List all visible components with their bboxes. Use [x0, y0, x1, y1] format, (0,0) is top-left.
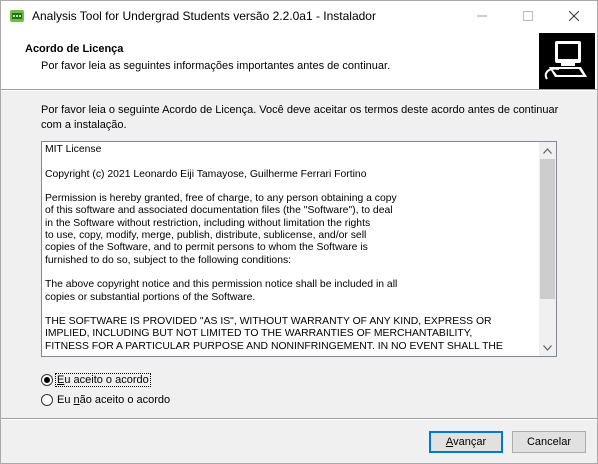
installer-computer-icon [539, 33, 595, 89]
license-line: IMPLIED, INCLUDING BUT NOT LIMITED TO TH… [45, 328, 473, 340]
installer-app-icon [10, 10, 24, 22]
maximize-button[interactable] [505, 1, 551, 31]
license-line: to use, copy, modify, merge, publish, di… [45, 230, 367, 242]
license-instructions: Por favor leia o seguinte Acordo de Lice… [41, 103, 571, 133]
wizard-header: Acordo de Licença Por favor leia as segu… [1, 31, 597, 89]
license-line [45, 181, 535, 193]
scroll-down-button[interactable] [539, 339, 556, 356]
license-line [45, 267, 535, 279]
footer-separator [1, 418, 597, 420]
license-line: furnished to do so, subject to the follo… [45, 254, 292, 266]
instructions-line-1: Por favor leia o seguinte Acordo de Lice… [41, 104, 559, 116]
chevron-down-icon [543, 344, 552, 351]
window-title: Analysis Tool for Undergrad Students ver… [32, 9, 376, 23]
decline-label[interactable]: Eu não aceito o acordo [56, 394, 171, 406]
minimize-button[interactable] [459, 1, 505, 31]
maximize-icon [523, 11, 533, 21]
scrollbar-thumb[interactable] [540, 159, 555, 299]
page-title: Acordo de Licença [25, 43, 124, 55]
license-line: The above copyright notice and this perm… [45, 279, 398, 291]
title-bar: Analysis Tool for Undergrad Students ver… [1, 1, 597, 31]
cancel-button[interactable]: Cancelar [512, 431, 586, 453]
license-line: in the Software without restriction, inc… [45, 217, 371, 229]
license-line: Copyright (c) 2021 Leonardo Eiji Tamayos… [45, 168, 367, 180]
license-line: MIT License [45, 144, 102, 155]
license-line: of this software and associated document… [45, 205, 393, 217]
license-line: copies or substantial portions of the So… [45, 291, 256, 303]
license-line: Permission is hereby granted, free of ch… [45, 193, 397, 205]
decline-option[interactable]: Eu não aceito o acordo [41, 394, 171, 406]
accept-label[interactable]: Eu aceito o acordo [55, 373, 151, 387]
chevron-up-icon [543, 147, 552, 154]
next-button[interactable]: Avançar [429, 431, 503, 453]
vertical-scrollbar[interactable] [539, 142, 556, 356]
license-line: FITNESS FOR A PARTICULAR PURPOSE AND NON… [45, 340, 503, 352]
accept-radio[interactable] [41, 374, 53, 386]
accept-option[interactable]: Eu aceito o acordo [41, 373, 151, 387]
page-subtitle: Por favor leia as seguintes informações … [41, 60, 391, 72]
scroll-up-button[interactable] [539, 142, 556, 159]
close-button[interactable] [551, 1, 597, 31]
license-line [45, 304, 535, 316]
license-line [45, 156, 535, 168]
instructions-line-2: com a instalação. [41, 119, 127, 131]
close-icon [569, 11, 579, 21]
license-line: copies of the Software, and to permit pe… [45, 242, 368, 254]
minimize-icon [477, 15, 487, 17]
license-text: MIT License Copyright (c) 2021 Leonardo … [45, 144, 535, 353]
license-line: THE SOFTWARE IS PROVIDED "AS IS", WITHOU… [45, 316, 492, 328]
header-separator [1, 89, 597, 91]
installer-window: Analysis Tool for Undergrad Students ver… [0, 0, 598, 464]
decline-radio[interactable] [41, 394, 53, 406]
license-text-box[interactable]: MIT License Copyright (c) 2021 Leonardo … [41, 141, 557, 357]
